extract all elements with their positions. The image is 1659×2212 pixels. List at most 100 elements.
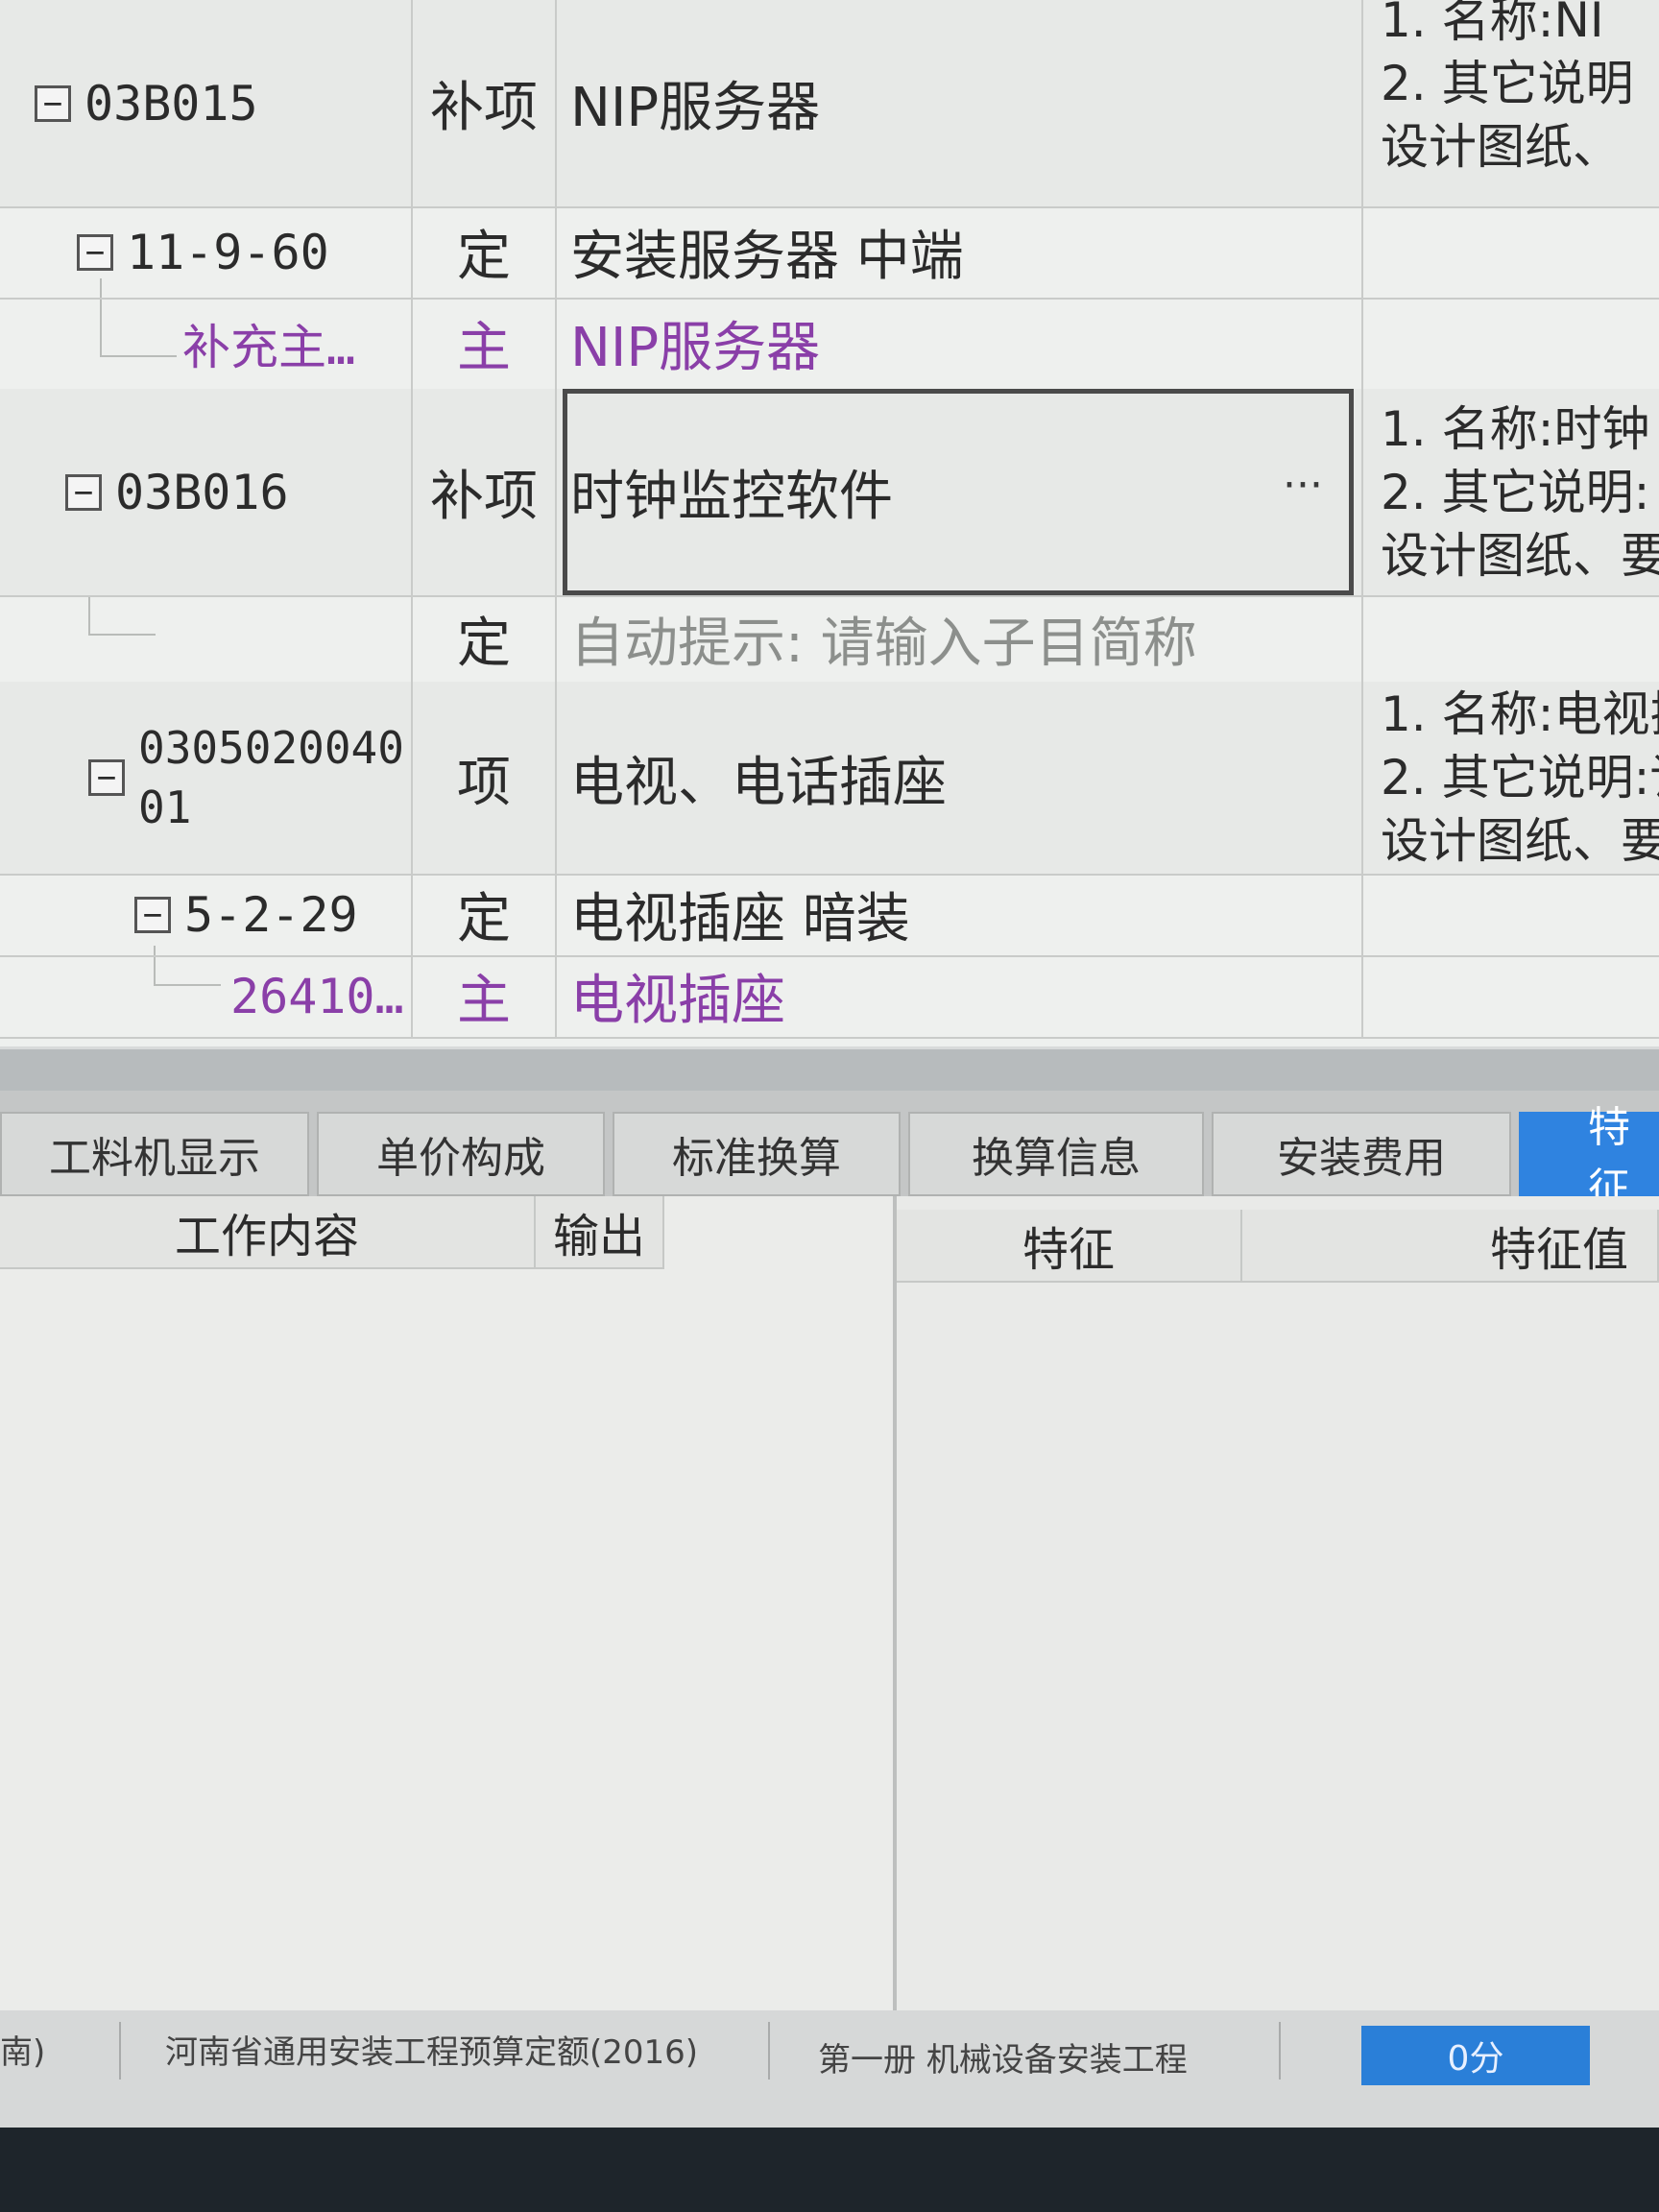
status-quota-standard[interactable]: 河南省通用安装工程预算定额(2016) [165,2026,698,2073]
tab-installation-cost[interactable]: 安装费用 [1212,1112,1511,1196]
item-name: NIP服务器 [570,317,821,379]
name-cell[interactable]: NIP服务器 [557,0,1363,206]
type-cell[interactable]: 主 [413,955,557,1037]
header-label: 特征值 [1489,1223,1628,1277]
desc-line: 1. 名称:NI [1381,0,1604,48]
desc-line: 2. 其它说明 [1381,56,1634,111]
name-cell[interactable]: NIP服务器 [557,298,1363,389]
work-content-header[interactable]: 工作内容 [0,1196,536,1269]
feature-desc-cell[interactable] [1363,874,1659,955]
collapse-toggle-icon[interactable]: − [134,896,171,933]
type-cell[interactable]: 定 [413,206,557,298]
code-cell[interactable]: − 03B015 [0,0,413,206]
table-row[interactable]: 26410… 主 电视插座 [0,955,1659,1039]
tab-label: 换算信息 [972,1134,1141,1183]
type-cell[interactable]: 补项 [413,0,557,206]
output-header[interactable]: 输出 [536,1196,664,1269]
collapse-toggle-icon[interactable]: − [88,759,125,796]
table-row[interactable]: − 11-9-60 定 安装服务器 中端 [0,206,1659,300]
monitor-bezel [0,2128,1659,2212]
desc-line: 1. 名称:时钟 [1381,400,1650,457]
feature-desc-cell[interactable] [1363,298,1659,389]
item-type: 定 [457,226,511,288]
type-cell[interactable]: 定 [413,874,557,955]
status-separator [119,2022,121,2080]
feature-desc-cell[interactable]: 1. 名称:时钟 2. 其它说明: 设计图纸、要 [1363,389,1659,595]
work-content-panel: 工作内容 输出 [0,1196,897,2010]
item-type: 项 [457,751,511,814]
tab-features[interactable]: 特征 [1519,1103,1659,1214]
feature-header[interactable]: 特征 [897,1210,1242,1283]
item-type: 补项 [430,77,538,139]
tab-standard-conversion[interactable]: 标准换算 [613,1112,901,1196]
tab-label: 安装费用 [1277,1134,1446,1183]
detail-tab-bar: 工料机显示 单价构成 标准换算 换算信息 安装费用 特征 [0,1091,1659,1214]
name-cell[interactable]: 电视、电话插座 [557,682,1363,874]
tab-label: 标准换算 [672,1134,841,1183]
type-cell[interactable]: 项 [413,682,557,874]
item-type: 定 [457,888,511,950]
name-input[interactable]: 自动提示: 请输入子目简称 [557,595,1363,682]
tab-label: 工料机显示 [49,1134,260,1183]
item-name: NIP服务器 [570,77,821,139]
item-code: 03B016 [115,464,289,520]
code-cell[interactable]: − 0305020040 01 [0,682,413,874]
code-cell[interactable]: − 5-2-29 [0,874,413,955]
desc-line: 2. 其它说明:详 [1381,750,1659,805]
tab-unit-price-composition[interactable]: 单价构成 [317,1112,605,1196]
feature-desc-cell[interactable]: 1. 名称:电视插 2. 其它说明:详 设计图纸、要 [1363,682,1659,874]
feature-desc-cell[interactable]: 1. 名称:NI 2. 其它说明 设计图纸、 [1363,0,1659,206]
item-name: 安装服务器 中端 [570,226,964,288]
status-volume[interactable]: 第一册 机械设备安装工程 [818,2033,1188,2080]
tab-conversion-info[interactable]: 换算信息 [908,1112,1204,1196]
item-type: 主 [457,317,511,379]
item-code: 0305020040 01 [138,718,404,837]
name-cell[interactable]: 电视插座 暗装 [557,874,1363,955]
table-row[interactable]: 定 自动提示: 请输入子目简称 [0,595,1659,684]
bill-of-quantities-grid: − 03B015 补项 NIP服务器 1. 名称:NI 2. 其它说明 设计图纸… [0,0,1659,1046]
name-cell[interactable]: 安装服务器 中端 [557,206,1363,298]
desc-line: 设计图纸、要 [1381,813,1659,869]
status-separator [768,2022,770,2080]
feature-desc-cell[interactable] [1363,955,1659,1037]
table-row[interactable]: 补充主… 主 NIP服务器 [0,298,1659,391]
status-region: 南) [0,2033,46,2072]
collapse-toggle-icon[interactable]: − [35,84,71,122]
ellipsis-button[interactable]: ··· [1283,461,1323,510]
item-name: 电视、电话插座 [570,751,947,814]
feature-panel: 特征 特征值 [897,1196,1659,2010]
item-code: 26410… [230,968,404,1024]
item-type: 主 [457,970,511,1032]
header-label: 输出 [552,1210,645,1263]
item-code: 补充主… [182,319,356,375]
collapse-toggle-icon[interactable]: − [65,473,102,511]
desc-line: 设计图纸、 [1381,119,1621,175]
code-cell[interactable]: − 11-9-60 [0,206,413,298]
tab-labor-material-machine[interactable]: 工料机显示 [0,1112,309,1196]
score-button[interactable]: 0分 [1361,2026,1590,2085]
item-name: 电视插座 暗装 [570,888,910,950]
feature-desc-cell[interactable] [1363,595,1659,682]
table-row[interactable]: − 0305020040 01 项 电视、电话插座 1. 名称:电视插 2. 其… [0,682,1659,876]
item-code: 03B015 [84,75,258,132]
table-row[interactable]: − 5-2-29 定 电视插座 暗装 [0,874,1659,957]
table-row[interactable]: − 03B015 补项 NIP服务器 1. 名称:NI 2. 其它说明 设计图纸… [0,0,1659,208]
code-cell[interactable]: 补充主… [0,298,413,389]
type-cell[interactable]: 定 [413,595,557,682]
code-cell[interactable]: 26410… [0,955,413,1037]
selected-cell-editor[interactable] [563,389,1354,595]
feature-value-header[interactable]: 特征值 [1242,1210,1659,1283]
feature-desc-cell[interactable] [1363,206,1659,298]
code-cell[interactable]: − 03B016 [0,389,413,595]
item-code-line: 0305020040 [138,722,404,774]
type-cell[interactable]: 补项 [413,389,557,595]
collapse-toggle-icon[interactable]: − [77,233,113,271]
item-code-line: 01 [138,781,192,833]
type-cell[interactable]: 主 [413,298,557,389]
header-label: 特征 [1022,1223,1115,1277]
panel-splitter[interactable] [0,1046,1659,1094]
header-label: 工作内容 [174,1210,359,1263]
code-cell[interactable] [0,595,413,682]
desc-line: 1. 名称:电视插 [1381,686,1659,742]
name-cell[interactable]: 电视插座 [557,955,1363,1037]
